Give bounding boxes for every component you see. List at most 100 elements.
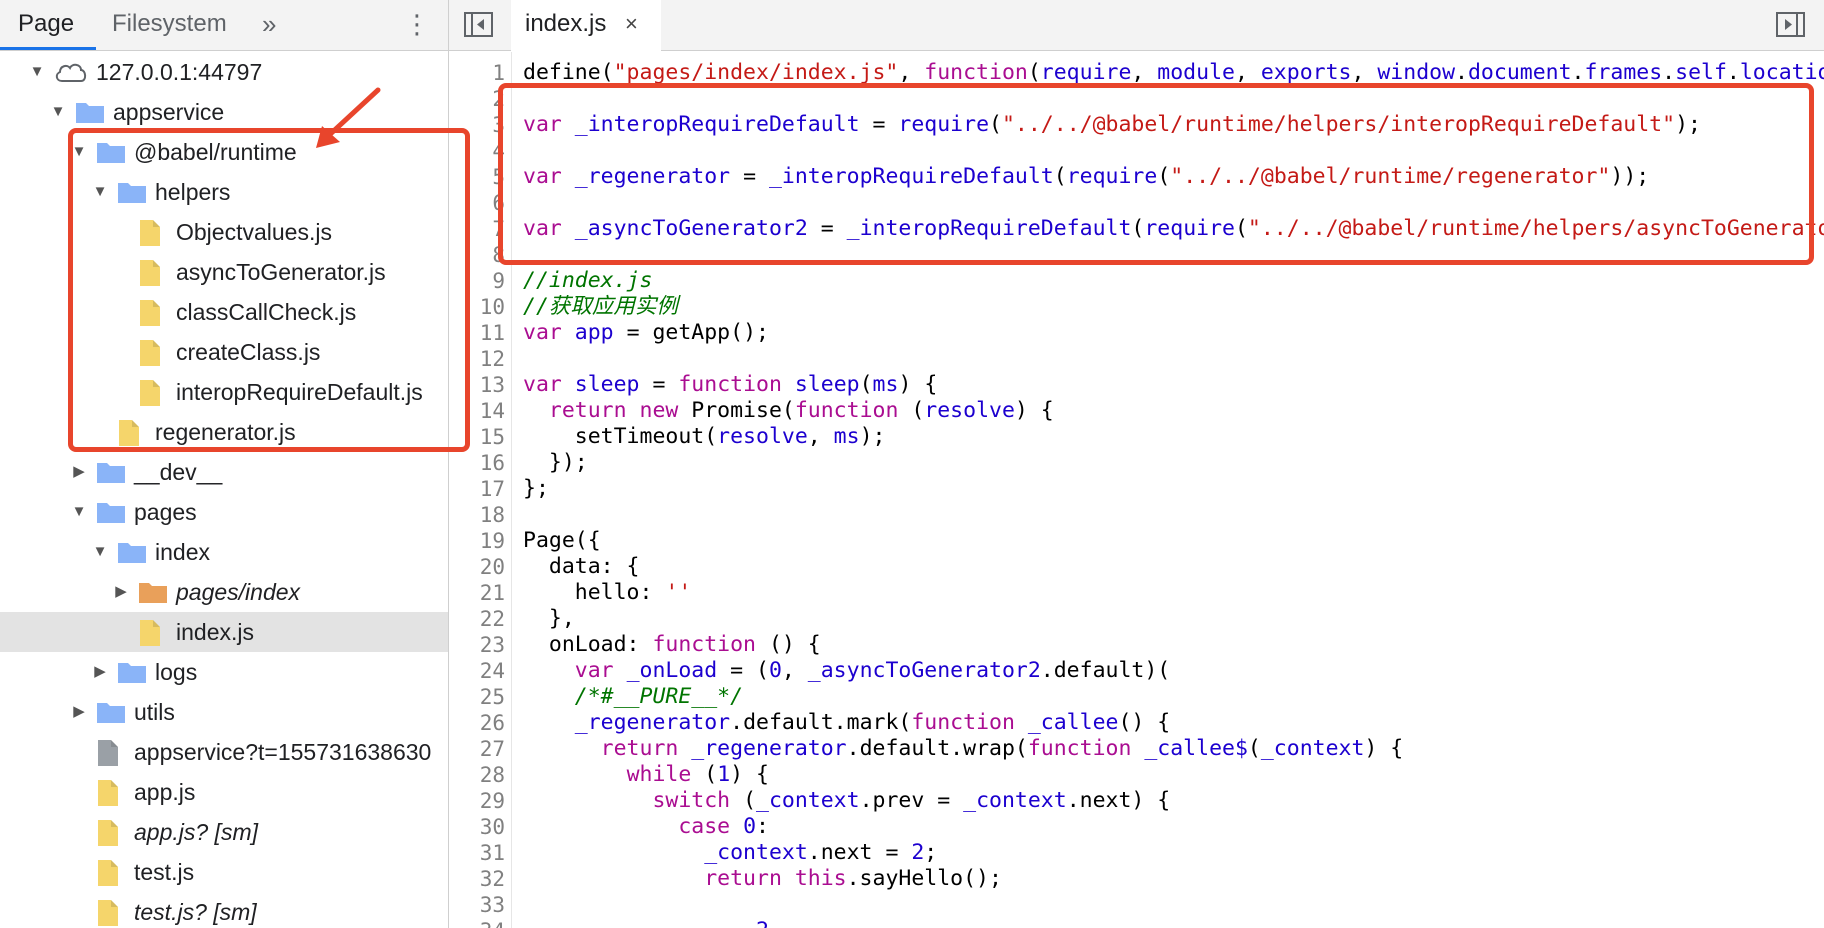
caret-down-icon[interactable]: ▼	[26, 52, 48, 92]
code-line: _regenerator.default.mark(function _call…	[523, 710, 1170, 736]
tree-item[interactable]: ▼ appservice	[0, 92, 448, 132]
line-number: 1	[492, 61, 505, 85]
code-line: hello: ''	[523, 580, 692, 606]
code-token: (	[1027, 60, 1041, 85]
tree-item[interactable]: ▼ helpers	[0, 172, 448, 212]
tree-item[interactable]: ▶ utils	[0, 692, 448, 732]
tree-item-label: test.js? [sm]	[134, 899, 257, 925]
code-token: function	[678, 372, 795, 397]
caret-right-icon[interactable]: ▶	[110, 572, 132, 612]
tree-item-label: index.js	[176, 619, 254, 645]
caret-down-icon[interactable]: ▼	[89, 532, 111, 572]
tree-item[interactable]: ▶ __dev__	[0, 452, 448, 492]
code-token: _regenerator	[691, 736, 847, 761]
code-editor[interactable]: 1 define("pages/index/index.js", function…	[449, 52, 1824, 928]
tree-item[interactable]: app.js? [sm]	[0, 812, 448, 852]
code-line: var sleep = function sleep(ms) {	[523, 372, 937, 398]
tree-item[interactable]: ▶ logs	[0, 652, 448, 692]
tree-item[interactable]: test.js	[0, 852, 448, 892]
tree-item[interactable]: ▼ pages	[0, 492, 448, 532]
tab-filesystem[interactable]: Filesystem	[112, 0, 252, 50]
code-token: _callee$	[1144, 736, 1248, 761]
line-number: 10	[479, 295, 505, 319]
tree-item[interactable]: asyncToGenerator.js	[0, 252, 448, 292]
tree-item[interactable]: app.js	[0, 772, 448, 812]
code-token: onLoad:	[523, 632, 653, 657]
tree-item[interactable]: Objectvalues.js	[0, 212, 448, 252]
code-token: _regenerator	[574, 164, 731, 189]
code-token: ) {	[730, 762, 769, 787]
code-token: module	[1157, 60, 1235, 85]
code-token: (	[1053, 164, 1067, 189]
tree-item[interactable]: classCallCheck.js	[0, 292, 448, 332]
caret-down-icon[interactable]: ▼	[89, 172, 111, 212]
code-token: return	[600, 736, 692, 761]
close-icon[interactable]: ×	[625, 0, 638, 48]
code-token: (	[911, 398, 925, 423]
tree-item-label: asyncToGenerator.js	[176, 259, 386, 285]
editor-file-tab[interactable]: index.js ×	[511, 0, 661, 52]
tree-item-label: appservice	[113, 99, 225, 125]
code-token: function	[911, 710, 1028, 735]
tree-item[interactable]: ▼ 127.0.0.1:44797	[0, 52, 448, 92]
code-line: Page({	[523, 528, 601, 554]
tree-item[interactable]: interopRequireDefault.js	[0, 372, 448, 412]
code-token: (	[859, 372, 873, 397]
gutter-divider	[511, 52, 512, 928]
caret-down-icon[interactable]: ▼	[68, 132, 90, 172]
tree-item[interactable]: ▼ index	[0, 532, 448, 572]
caret-down-icon[interactable]: ▼	[68, 492, 90, 532]
tree-item[interactable]: ▶ pages/index	[0, 572, 448, 612]
line-number: 34	[449, 918, 505, 928]
tree-item-label: Objectvalues.js	[176, 219, 332, 245]
tree-item[interactable]: ▼ @babel/runtime	[0, 132, 448, 172]
tree-item[interactable]: appservice?t=155731638630	[0, 732, 448, 772]
tree-item[interactable]: regenerator.js	[0, 412, 448, 452]
code-token: var	[523, 372, 575, 397]
line-number: 4	[492, 139, 505, 163]
code-token: ,	[807, 424, 834, 449]
caret-right-icon[interactable]: ▶	[89, 652, 111, 692]
code-token: _interopRequireDefault	[768, 164, 1054, 189]
tree-item[interactable]: test.js? [sm]	[0, 892, 448, 928]
file-icon	[96, 892, 126, 928]
code-token: (	[989, 112, 1002, 137]
line-number: 7	[492, 217, 505, 241]
file-icon	[96, 732, 126, 772]
kebab-menu-icon[interactable]: ⋮	[404, 0, 430, 50]
tree-item-label: app.js	[134, 779, 196, 805]
code-token: _onLoad	[626, 658, 718, 683]
chevron-double-right-icon[interactable]: »	[262, 0, 292, 50]
code-token: var	[523, 320, 575, 345]
panel-left-toggle-icon[interactable]	[463, 10, 495, 40]
code-token: ''	[665, 580, 692, 605]
code-token: _asyncToGenerator2	[574, 216, 808, 241]
tab-page[interactable]: Page	[0, 0, 96, 50]
code-token: "../../@babel/runtime/helpers/asyncToGen…	[1247, 216, 1824, 241]
code-line: },	[523, 606, 575, 632]
code-token: :	[756, 814, 769, 839]
caret-right-icon[interactable]: ▶	[68, 692, 90, 732]
file-icon	[138, 372, 168, 412]
code-token: define(	[523, 60, 614, 85]
folder-icon	[96, 452, 126, 492]
code-token: ) {	[1014, 398, 1054, 423]
code-token: .sayHello();	[846, 866, 1002, 891]
code-token: function	[652, 632, 769, 657]
code-token: document	[1467, 60, 1572, 85]
tree-item-label: interopRequireDefault.js	[176, 379, 423, 405]
caret-down-icon[interactable]: ▼	[47, 92, 69, 132]
line-number: 12	[479, 347, 505, 371]
tree-item[interactable]: createClass.js	[0, 332, 448, 372]
code-token: =	[730, 164, 769, 189]
tree-item[interactable]: index.js	[0, 612, 448, 652]
file-icon	[138, 292, 168, 332]
panel-right-toggle-icon[interactable]	[1775, 10, 1807, 40]
line-number: 25	[479, 685, 505, 709]
file-icon	[138, 332, 168, 372]
code-token: = (	[717, 658, 769, 683]
caret-right-icon[interactable]: ▶	[68, 452, 90, 492]
code-token: () {	[768, 632, 821, 657]
